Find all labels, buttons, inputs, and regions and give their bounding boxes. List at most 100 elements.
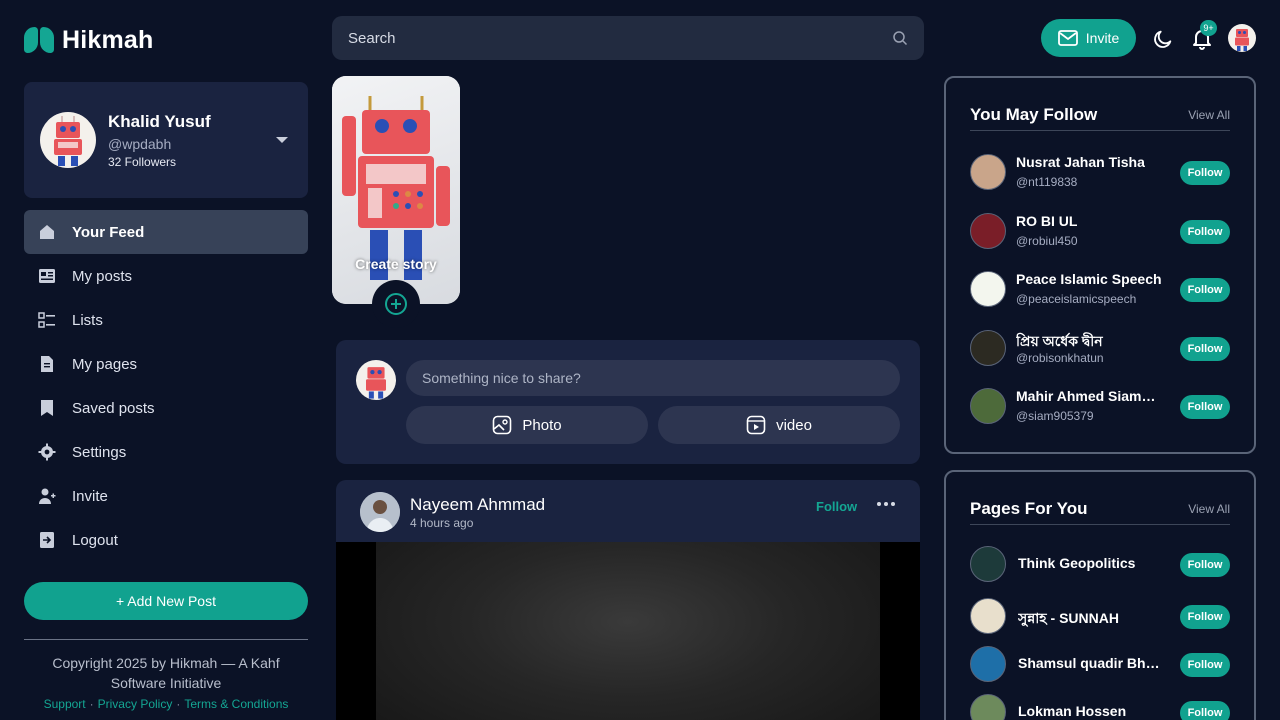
photo-button[interactable]: Photo bbox=[406, 406, 648, 444]
profile-followers: 32 Followers bbox=[108, 155, 177, 169]
post-follow-button[interactable]: Follow bbox=[816, 499, 857, 514]
post-author-name[interactable]: Nayeem Ahmmad bbox=[410, 495, 545, 515]
privacy-policy-link[interactable]: Privacy Policy bbox=[98, 697, 173, 711]
photo-icon bbox=[493, 415, 512, 435]
create-story-label: Create story bbox=[355, 256, 437, 272]
follow-button[interactable]: Follow bbox=[1180, 161, 1230, 185]
page-item[interactable]: Think Geopolitics Follow bbox=[970, 544, 1230, 584]
view-all-link[interactable]: View All bbox=[1188, 502, 1230, 516]
suggestion-handle: @robisonkhatun bbox=[1016, 351, 1104, 365]
suggestion-handle: @nt119838 bbox=[1016, 175, 1078, 189]
pages-for-you-panel: Pages For You View All Think Geopolitics… bbox=[944, 470, 1256, 720]
suggestion-item[interactable]: Nusrat Jahan Tisha @nt119838 Follow bbox=[970, 152, 1230, 192]
follow-button[interactable]: Follow bbox=[1180, 553, 1230, 577]
suggestion-name: Nusrat Jahan Tisha bbox=[1016, 154, 1145, 170]
page-icon bbox=[38, 355, 56, 373]
nav-item-lists[interactable]: Lists bbox=[24, 298, 308, 342]
page-avatar bbox=[970, 694, 1006, 720]
user-avatar[interactable] bbox=[1228, 24, 1256, 52]
follow-button[interactable]: Follow bbox=[1180, 337, 1230, 361]
sidebar-divider bbox=[24, 639, 308, 640]
post-media[interactable] bbox=[336, 542, 920, 720]
suggestion-item[interactable]: প্রিয় অর্ধেক দ্বীন @robisonkhatun Follo… bbox=[970, 328, 1230, 368]
page-name: সুন্নাহ - SUNNAH bbox=[1018, 610, 1119, 626]
page-name: Think Geopolitics bbox=[1018, 555, 1136, 571]
suggestion-handle: @peaceislamicspeech bbox=[1016, 292, 1137, 306]
mail-icon bbox=[1057, 30, 1078, 46]
sidebar-nav: Your Feed My posts Lists My pages Saved … bbox=[24, 210, 308, 562]
nav-item-my-posts[interactable]: My posts bbox=[24, 254, 308, 298]
nav-label: My pages bbox=[72, 355, 138, 373]
follow-button[interactable]: Follow bbox=[1180, 605, 1230, 629]
view-all-link[interactable]: View All bbox=[1188, 108, 1230, 122]
feed-post: Nayeem Ahmmad 4 hours ago Follow bbox=[336, 480, 920, 720]
nav-label: My posts bbox=[72, 267, 133, 285]
nav-item-settings[interactable]: Settings bbox=[24, 430, 308, 474]
search-bar[interactable] bbox=[332, 16, 924, 60]
post-composer: Photo video bbox=[336, 340, 920, 464]
post-time: 4 hours ago bbox=[410, 516, 474, 530]
add-story-icon[interactable] bbox=[372, 280, 420, 328]
suggestion-item[interactable]: Mahir Ahmed Siam… @siam905379 Follow bbox=[970, 386, 1230, 426]
video-button[interactable]: video bbox=[658, 406, 900, 444]
nav-label: Logout bbox=[72, 531, 118, 549]
search-icon[interactable] bbox=[892, 30, 908, 46]
follow-button[interactable]: Follow bbox=[1180, 395, 1230, 419]
page-avatar bbox=[970, 646, 1006, 682]
invite-button[interactable]: Invite bbox=[1041, 19, 1136, 57]
suggestion-handle: @siam905379 bbox=[1016, 409, 1094, 423]
suggestion-avatar bbox=[970, 271, 1006, 307]
page-item[interactable]: সুন্নাহ - SUNNAH Follow bbox=[970, 596, 1230, 636]
post-author-avatar[interactable] bbox=[360, 492, 400, 532]
nav-item-saved-posts[interactable]: Saved posts bbox=[24, 386, 308, 430]
robot-avatar-icon bbox=[1235, 29, 1249, 51]
add-new-post-button[interactable]: + Add New Post bbox=[24, 582, 308, 620]
you-may-follow-panel: You May Follow View All Nusrat Jahan Tis… bbox=[944, 76, 1256, 454]
suggestion-item[interactable]: RO BI UL @robiul450 Follow bbox=[970, 211, 1230, 251]
profile-handle: @wpdabh bbox=[108, 136, 172, 152]
search-input[interactable] bbox=[348, 29, 892, 47]
brand-name: Hikmah bbox=[62, 26, 154, 54]
support-link[interactable]: Support bbox=[44, 697, 86, 711]
post-image bbox=[376, 542, 880, 720]
posts-icon bbox=[38, 267, 56, 285]
home-icon bbox=[38, 223, 56, 241]
follow-button[interactable]: Follow bbox=[1180, 220, 1230, 244]
follow-button[interactable]: Follow bbox=[1180, 278, 1230, 302]
page-item[interactable]: Lokman Hossen Follow bbox=[970, 692, 1230, 720]
suggestion-avatar bbox=[970, 330, 1006, 366]
profile-card[interactable]: Khalid Yusuf @wpdabh 32 Followers bbox=[24, 82, 308, 198]
robot-avatar-icon bbox=[366, 367, 386, 399]
list-icon bbox=[38, 311, 56, 329]
video-label: video bbox=[776, 416, 812, 434]
nav-label: Lists bbox=[72, 311, 103, 329]
profile-menu-caret-icon[interactable] bbox=[276, 137, 288, 143]
notification-badge: 9+ bbox=[1200, 20, 1217, 36]
invite-label: Invite bbox=[1085, 30, 1120, 46]
nav-item-logout[interactable]: Logout bbox=[24, 518, 308, 562]
follow-button[interactable]: Follow bbox=[1180, 701, 1230, 720]
add-user-icon bbox=[38, 487, 56, 505]
nav-item-your-feed[interactable]: Your Feed bbox=[24, 210, 308, 254]
suggestion-item[interactable]: Peace Islamic Speech @peaceislamicspeech… bbox=[970, 269, 1230, 309]
panel-divider bbox=[970, 524, 1230, 525]
bookmark-icon bbox=[38, 399, 56, 417]
theme-toggle-moon-icon[interactable] bbox=[1152, 28, 1174, 50]
nav-label: Your Feed bbox=[72, 223, 145, 241]
brand-logo[interactable]: Hikmah bbox=[24, 26, 154, 55]
photo-label: Photo bbox=[522, 416, 562, 434]
more-options-icon[interactable] bbox=[876, 494, 896, 514]
suggestion-avatar bbox=[970, 213, 1006, 249]
nav-label: Saved posts bbox=[72, 399, 155, 417]
page-item[interactable]: Shamsul quadir Bh… Follow bbox=[970, 644, 1230, 684]
panel-title: Pages For You bbox=[970, 499, 1088, 518]
nav-item-my-pages[interactable]: My pages bbox=[24, 342, 308, 386]
follow-button[interactable]: Follow bbox=[1180, 653, 1230, 677]
composer-input[interactable] bbox=[406, 360, 900, 396]
page-name: Shamsul quadir Bh… bbox=[1018, 655, 1160, 671]
nav-item-invite[interactable]: Invite bbox=[24, 474, 308, 518]
gear-icon bbox=[38, 443, 56, 461]
terms-link[interactable]: Terms & Conditions bbox=[184, 697, 288, 711]
create-story-card[interactable]: Create story bbox=[332, 76, 460, 328]
person-avatar-icon bbox=[360, 492, 400, 532]
